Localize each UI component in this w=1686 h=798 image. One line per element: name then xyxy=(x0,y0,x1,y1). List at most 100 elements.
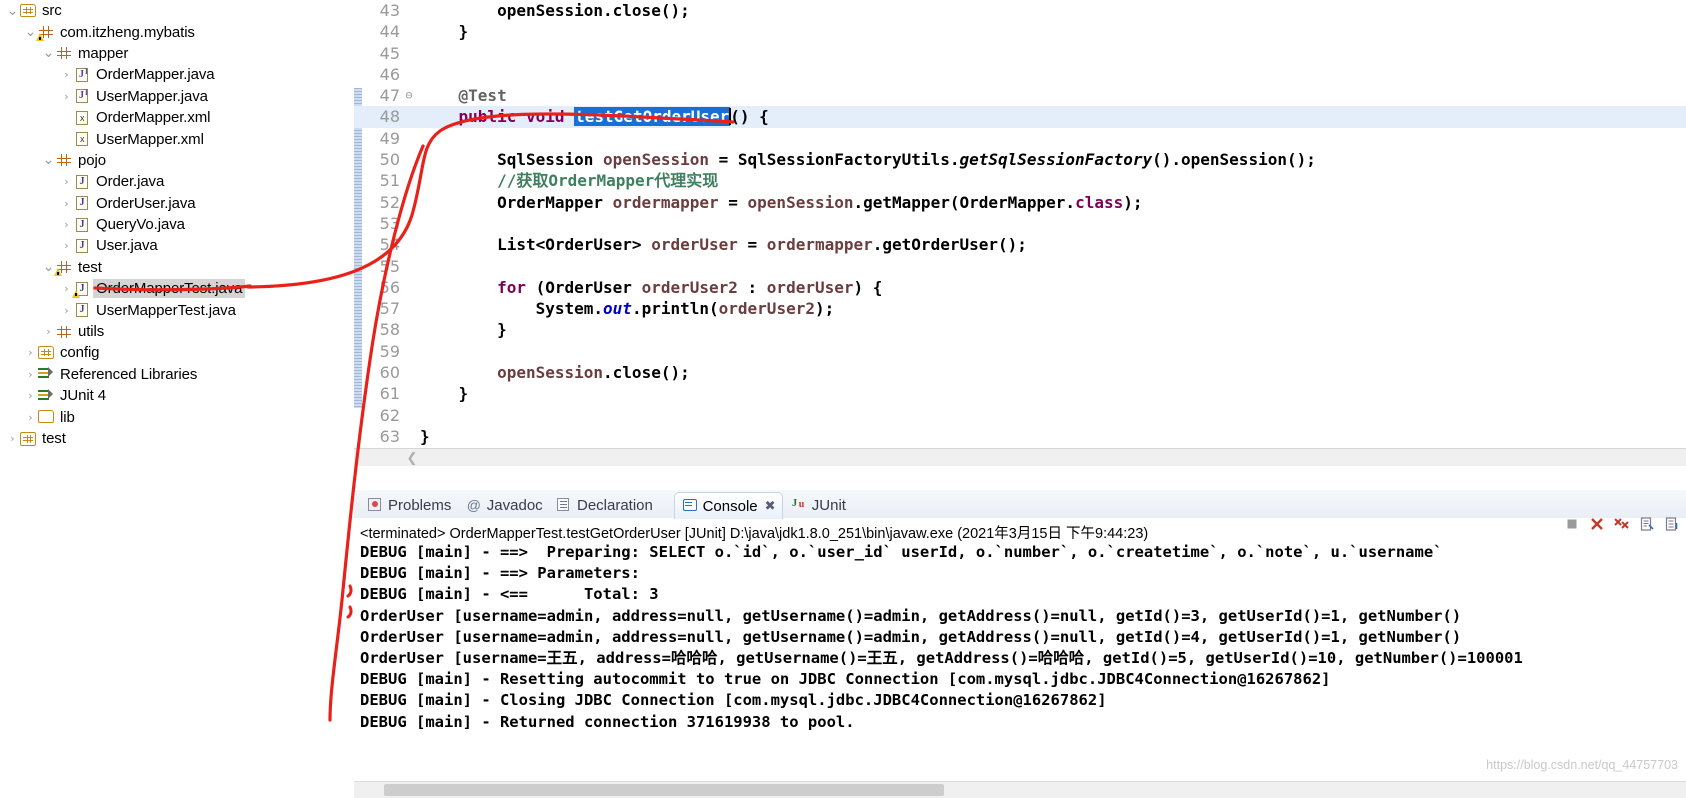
chevron-right-icon[interactable]: › xyxy=(42,326,55,337)
code-line[interactable]: 61 } xyxy=(354,383,1686,404)
code-line[interactable]: 47 ⊖ @Test xyxy=(354,85,1686,106)
tree-item-com-itzheng-mybatis[interactable]: ⌄ com.itzheng.mybatis xyxy=(0,21,354,42)
tab-label: Javadoc xyxy=(486,496,543,514)
code-line[interactable]: 48 public void testGetOrderUser() { xyxy=(354,106,1686,128)
chevron-right-icon[interactable]: › xyxy=(60,219,73,230)
tree-item-junit-4[interactable]: › JUnit 4 xyxy=(0,385,354,406)
tab-declaration[interactable]: Declaration xyxy=(549,492,659,518)
line-number: 51 xyxy=(379,171,400,191)
tree-item-lib[interactable]: › lib xyxy=(0,406,354,427)
tree-item-label: test xyxy=(42,430,66,447)
chevron-down-icon[interactable]: ⌄ xyxy=(6,4,19,18)
code-line[interactable]: 57 System.out.println(orderUser2); xyxy=(354,298,1686,319)
project-tree: ⌄src⌄com.itzheng.mybatis⌄mapper›OrderMap… xyxy=(0,0,354,449)
chevron-down-icon[interactable]: ⌄ xyxy=(42,153,55,167)
scroll-left-icon[interactable]: ❮ xyxy=(404,450,420,465)
project-icon xyxy=(19,431,38,447)
code-token: class xyxy=(1075,192,1124,212)
code-line[interactable]: 43 openSession.close(); xyxy=(354,0,1686,21)
tree-item-orderuser-java[interactable]: › OrderUser.java xyxy=(0,193,354,214)
tree-item-utils[interactable]: › utils xyxy=(0,321,354,342)
tree-item-config[interactable]: › config xyxy=(0,342,354,363)
code-line[interactable]: 55 xyxy=(354,256,1686,277)
source-folder-icon xyxy=(37,345,56,361)
code-line[interactable]: 51 //获取OrderMapper代理实现 xyxy=(354,170,1686,191)
tree-item-mapper[interactable]: ⌄ mapper xyxy=(0,43,354,64)
code-line[interactable]: 56 for (OrderUser orderUser2 : orderUser… xyxy=(354,277,1686,298)
code-line[interactable]: 60 openSession.close(); xyxy=(354,362,1686,383)
fold-collapse-icon[interactable]: ⊖ xyxy=(403,85,415,106)
tree-item-usermappertest-java[interactable]: › UserMapperTest.java xyxy=(0,299,354,320)
code-line[interactable]: 62 xyxy=(354,405,1686,426)
tab-console[interactable]: Console ✖ xyxy=(673,492,783,519)
code-token: } xyxy=(420,22,469,42)
tab-javadoc[interactable]: @ Javadoc xyxy=(459,492,549,518)
scrollbar-thumb[interactable] xyxy=(384,784,944,796)
tree-item-queryvo-java[interactable]: › QueryVo.java xyxy=(0,214,354,235)
tree-item-ordermapper-xml[interactable]: OrderMapper.xml xyxy=(0,107,354,128)
view-tab-bar: Problems @Javadoc Declaration Console ✖ JUnit xyxy=(354,490,1686,531)
warning-badge-icon xyxy=(36,33,44,42)
close-icon[interactable]: ✖ xyxy=(765,498,776,514)
chevron-right-icon[interactable]: › xyxy=(60,69,73,80)
console-output[interactable]: DEBUG [main] - ==> Preparing: SELECT o.`… xyxy=(354,542,1686,782)
package-icon xyxy=(36,24,56,42)
code-line[interactable]: 46 xyxy=(354,64,1686,85)
tree-item-ordermapper-java[interactable]: › OrderMapper.java xyxy=(0,64,354,85)
code-line[interactable]: 50 SqlSession openSession = SqlSessionFa… xyxy=(354,149,1686,170)
tree-item-test[interactable]: › test xyxy=(0,428,354,449)
code-line[interactable]: 54 List<OrderUser> orderUser = ordermapp… xyxy=(354,234,1686,255)
editor-horizontal-scrollbar[interactable]: ❮ xyxy=(354,448,1686,466)
chevron-right-icon[interactable]: › xyxy=(6,433,19,444)
chevron-right-icon[interactable]: › xyxy=(60,198,73,209)
java-class-icon xyxy=(73,238,92,254)
java-class-icon xyxy=(73,195,92,211)
chevron-right-icon[interactable]: › xyxy=(60,91,73,102)
remove-all-terminated-icon[interactable] xyxy=(1614,516,1630,532)
code-line[interactable]: 49 xyxy=(354,128,1686,149)
code-line[interactable]: 52 OrderMapper ordermapper = openSession… xyxy=(354,192,1686,213)
line-number: 59 xyxy=(379,341,400,361)
chevron-down-icon[interactable]: ⌄ xyxy=(42,46,55,60)
chevron-right-icon[interactable]: › xyxy=(24,369,37,380)
console-line-text: OrderUser [username=admin, address=null,… xyxy=(360,606,1462,625)
code-line[interactable]: 44 } xyxy=(354,21,1686,42)
chevron-right-icon[interactable]: › xyxy=(24,390,37,401)
clear-console-icon[interactable] xyxy=(1639,516,1655,532)
tree-item-pojo[interactable]: ⌄ pojo xyxy=(0,150,354,171)
tree-item-user-java[interactable]: › User.java xyxy=(0,235,354,256)
console-horizontal-scrollbar[interactable] xyxy=(354,781,1686,798)
package-icon xyxy=(55,152,74,168)
terminate-icon[interactable] xyxy=(1564,516,1580,532)
code-editor[interactable]: 43 openSession.close(); 44 } 45 46 47 ⊖ @Test… xyxy=(354,0,1686,466)
chevron-right-icon[interactable]: › xyxy=(60,305,73,316)
code-line[interactable]: 59 xyxy=(354,341,1686,362)
code-token: : xyxy=(737,277,767,297)
chevron-right-icon[interactable]: › xyxy=(24,347,37,358)
code-line[interactable]: 58 } xyxy=(354,319,1686,340)
code-token: } xyxy=(420,426,430,446)
tab-junit[interactable]: JUnit xyxy=(784,492,852,518)
code-line[interactable]: 53 xyxy=(354,213,1686,234)
tree-item-src[interactable]: ⌄ src xyxy=(0,0,354,21)
junit-icon xyxy=(790,497,808,513)
tree-item-ordermappertest-java[interactable]: ›OrderMapperTest.java xyxy=(0,278,354,299)
tree-item-test[interactable]: ⌄ test xyxy=(0,257,354,278)
code-lines[interactable]: 43 openSession.close(); 44 } 45 46 47 ⊖ @Test… xyxy=(354,0,1686,447)
scroll-lock-icon[interactable] xyxy=(1664,516,1680,532)
tree-item-order-java[interactable]: › Order.java xyxy=(0,171,354,192)
remove-launch-icon[interactable] xyxy=(1589,516,1605,532)
tree-item-usermapper-java[interactable]: › UserMapper.java xyxy=(0,86,354,107)
chevron-right-icon[interactable]: › xyxy=(24,412,37,423)
code-line[interactable]: 63} xyxy=(354,426,1686,447)
chevron-right-icon[interactable]: › xyxy=(60,240,73,251)
tab-problems[interactable]: Problems xyxy=(360,492,457,518)
console-line: DEBUG [main] - Returned connection 37161… xyxy=(354,712,1686,733)
chevron-right-icon[interactable]: › xyxy=(60,176,73,187)
tab-label: Console xyxy=(702,497,758,515)
code-token: void xyxy=(525,107,565,127)
code-line[interactable]: 45 xyxy=(354,43,1686,64)
tree-item-referenced-libraries[interactable]: › Referenced Libraries xyxy=(0,364,354,385)
tree-item-usermapper-xml[interactable]: UserMapper.xml xyxy=(0,128,354,149)
